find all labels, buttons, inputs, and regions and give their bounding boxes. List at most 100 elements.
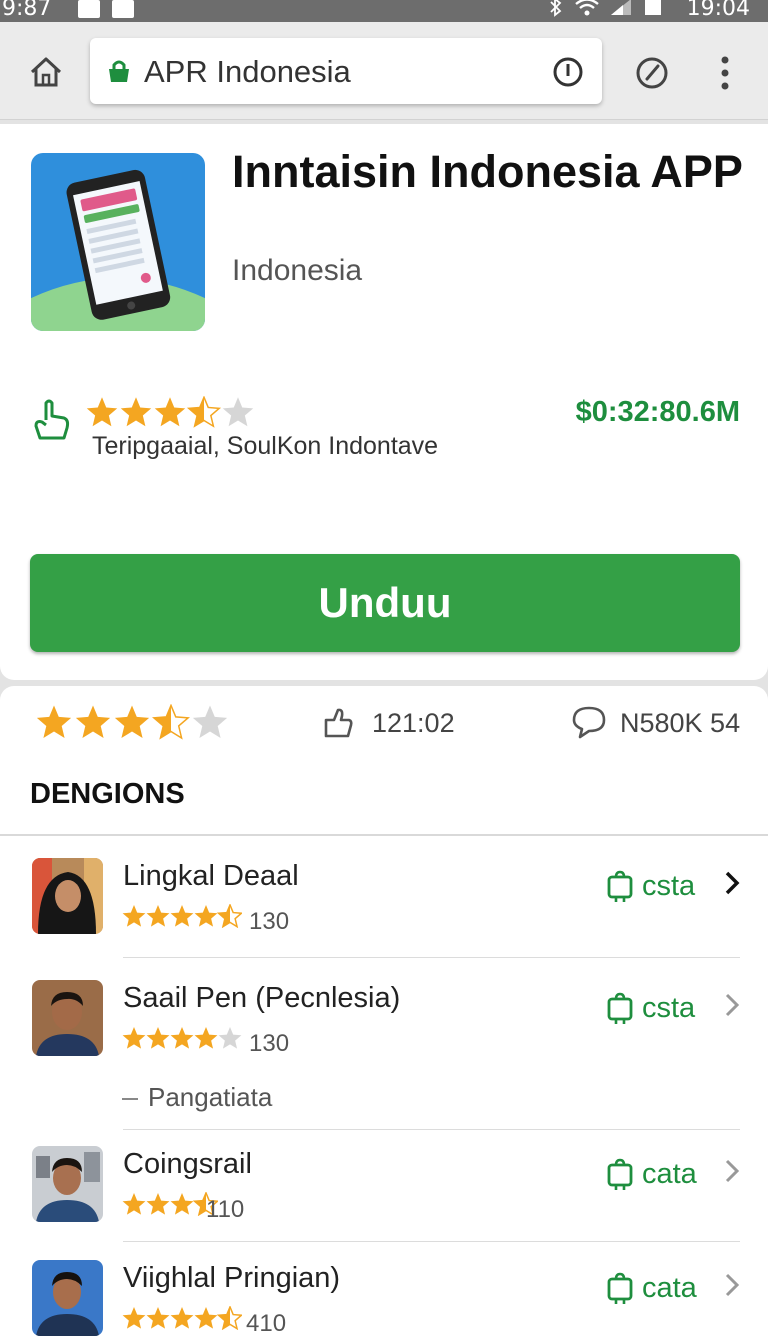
status-time-left: 9:87	[2, 0, 52, 21]
star-icon	[146, 1192, 170, 1215]
item-divider	[123, 1241, 740, 1242]
app-subtitle: Indonesia	[232, 254, 363, 287]
star-icon	[146, 904, 170, 927]
home-icon[interactable]	[26, 52, 66, 92]
star-icon	[186, 396, 222, 428]
system-icons	[548, 0, 663, 22]
app-icon[interactable]	[31, 153, 205, 331]
item-rating-stars	[122, 1026, 242, 1049]
section-divider	[0, 834, 768, 836]
item-review-count: 410	[246, 1310, 287, 1337]
battery-icon	[645, 0, 662, 15]
star-icon	[194, 904, 218, 927]
status-bar: 9:87 19:04	[0, 0, 768, 22]
dash-icon	[122, 1098, 138, 1101]
reviews-count: N580K 54	[620, 708, 741, 738]
shopping-bag-icon	[607, 1272, 633, 1304]
comment-icon[interactable]	[570, 704, 608, 740]
item-action-label: cata	[642, 1157, 697, 1190]
star-icon	[36, 705, 72, 738]
item-divider	[123, 957, 740, 958]
star-icon	[216, 1306, 242, 1330]
item-action-button[interactable]: csta	[606, 866, 695, 906]
star-icon	[170, 904, 194, 927]
app-card: Inntaisin Indonesia APP Indonesia $0:32:…	[0, 124, 768, 680]
item-review-count: 130	[249, 908, 290, 935]
item-action-button[interactable]: cata	[606, 1268, 697, 1308]
browser-toolbar: APR Indonesia	[0, 22, 768, 120]
shopping-bag-icon	[607, 870, 633, 902]
star-icon	[170, 1192, 194, 1215]
signal-icon	[611, 0, 632, 15]
shopping-bag-icon	[607, 992, 633, 1024]
item-review-count: 110	[206, 1196, 245, 1223]
avatar	[32, 980, 103, 1056]
star-icon	[170, 1026, 194, 1049]
star-icon	[194, 1026, 218, 1049]
star-icon	[114, 705, 150, 738]
star-icon	[75, 705, 111, 738]
details-panel: 121:02 N580K 54 DENGIONS Lingkal Deaal 1…	[0, 686, 768, 1344]
share-icon[interactable]	[322, 706, 354, 740]
more-menu-icon[interactable]	[712, 54, 738, 92]
item-action-button[interactable]: csta	[606, 988, 695, 1028]
star-icon	[120, 397, 152, 427]
chevron-right-icon[interactable]	[722, 870, 742, 896]
lock-icon	[109, 60, 129, 82]
star-icon	[146, 1026, 170, 1049]
star-icon	[152, 704, 190, 740]
wifi-icon	[574, 0, 599, 16]
url-bar[interactable]: APR Indonesia	[90, 38, 602, 104]
avatar	[32, 858, 103, 934]
star-icon	[170, 1306, 194, 1329]
chevron-right-icon[interactable]	[722, 992, 742, 1018]
install-button[interactable]: Unduu	[30, 554, 740, 652]
downloads-count: 121:02	[372, 708, 455, 738]
star-icon	[122, 1192, 146, 1215]
star-icon	[122, 904, 146, 927]
speedometer-icon[interactable]	[634, 55, 670, 91]
star-icon	[122, 1026, 146, 1049]
star-icon	[154, 397, 186, 427]
app-developer: Teripgaaial, SoulKon Indontave	[92, 432, 439, 460]
item-action-button[interactable]: cata	[606, 1154, 697, 1194]
section-title: DENGIONS	[30, 778, 185, 810]
hand-tap-icon	[34, 399, 70, 440]
item-name: Viighlal Pringian)	[123, 1262, 341, 1294]
item-review-count: 130	[249, 1030, 290, 1057]
star-icon	[146, 1306, 170, 1329]
chevron-right-icon[interactable]	[722, 1272, 742, 1298]
chevron-right-icon[interactable]	[722, 1158, 742, 1184]
item-rating-stars	[122, 1192, 218, 1216]
item-name: Coingsrail	[123, 1148, 252, 1180]
shopping-bag-icon	[607, 1158, 633, 1190]
rating-summary-stars	[36, 704, 228, 740]
group-label: Pangatiata	[122, 1082, 272, 1113]
url-text: APR Indonesia	[144, 54, 351, 89]
avatar	[32, 1260, 103, 1336]
status-time-right: 19:04	[686, 0, 750, 21]
item-action-label: cata	[642, 1271, 697, 1304]
group-label-text: Pangatiata	[148, 1082, 273, 1112]
item-action-label: csta	[642, 991, 696, 1024]
star-icon	[222, 397, 254, 427]
star-icon	[216, 904, 242, 928]
notification-icon	[112, 0, 134, 18]
avatar	[32, 1146, 103, 1222]
app-price: $0:32:80.6M	[575, 396, 740, 428]
item-rating-stars	[122, 904, 242, 928]
bluetooth-icon	[550, 0, 562, 17]
item-action-label: csta	[642, 869, 696, 902]
item-name: Saail Pen (Pecnlesia)	[123, 982, 401, 1014]
item-divider	[123, 1129, 740, 1130]
info-icon[interactable]	[552, 56, 584, 88]
item-rating-stars	[122, 1306, 242, 1330]
item-name: Lingkal Deaal	[123, 860, 299, 892]
star-icon	[122, 1306, 146, 1329]
star-icon	[86, 397, 118, 427]
app-rating-stars	[86, 396, 254, 428]
star-icon	[194, 1306, 218, 1329]
app-title: Inntaisin Indonesia APP	[232, 146, 743, 197]
star-icon	[192, 705, 228, 738]
star-icon	[218, 1026, 242, 1049]
